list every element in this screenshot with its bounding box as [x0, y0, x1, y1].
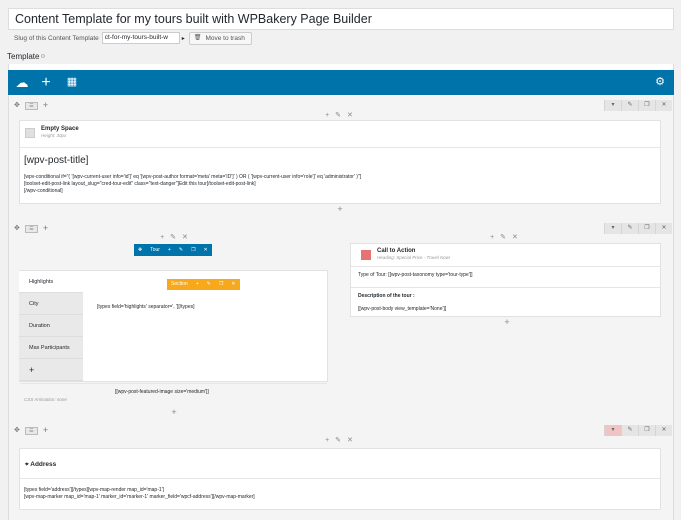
empty-space-sub: Height: 30px [41, 133, 67, 138]
row3-delete-icon[interactable]: ✕ [655, 425, 672, 436]
tab-max-participants[interactable]: Max Participants [19, 337, 83, 359]
section-add-icon[interactable]: + [192, 279, 203, 290]
row3-edit-icon[interactable]: ✎ [621, 425, 638, 436]
row3-layout-icon[interactable]: ☰ [24, 426, 38, 435]
tour-delete-icon[interactable]: ✕ [200, 244, 212, 256]
row2-edit-icon[interactable]: ✎ [621, 223, 638, 234]
css-animation-label: CSS Animation: none [24, 397, 67, 402]
row1-layout-icon[interactable]: ☰ [24, 101, 38, 110]
address-heading[interactable]: ⌖ Address [25, 461, 56, 468]
cta-title: Call to Action [377, 248, 416, 254]
row1-column-controls[interactable]: + ✎ ✕ [300, 111, 380, 119]
call-to-action-element[interactable]: Call to Action Heading: Special Price - … [361, 248, 450, 261]
builder-logo-icon[interactable]: ☁ [13, 70, 31, 95]
cta-type-shortcode[interactable]: Type of Tour: [[wpv-post-taxonomy type='… [358, 272, 473, 279]
tab-duration[interactable]: Duration [19, 315, 83, 337]
row3-toggle-icon[interactable]: ▾ [604, 425, 621, 436]
row2-layout-icon[interactable]: ☰ [24, 224, 38, 233]
row2-toggle-icon[interactable]: ▾ [604, 223, 621, 234]
row2-col1-controls[interactable]: + ✎ ✕ [140, 233, 210, 241]
cta-sub: Heading: Special Price - Travel Now! [377, 255, 451, 260]
help-icon [41, 54, 46, 58]
row1-edit-icon[interactable]: ✎ [621, 100, 638, 111]
add-element-icon[interactable]: + [38, 70, 54, 95]
tab-add-button[interactable]: + [19, 359, 83, 381]
section-label: Section [171, 281, 188, 287]
row2-delete-icon[interactable]: ✕ [655, 223, 672, 234]
row2-toolbar: ✥ ☰ + ▾ ✎ ❐ ✕ [9, 223, 672, 234]
cta-description-label: Description of the tour : [358, 293, 415, 299]
settings-gear-icon[interactable]: ⚙ [652, 70, 668, 95]
slug-row: Slug of this Content Template ct-for-my-… [14, 31, 252, 45]
featured-image-shortcode[interactable]: [[wpv-post-featured-image size='medium']… [115, 389, 209, 396]
section-clone-icon[interactable]: ❐ [215, 279, 227, 290]
row3-move-icon[interactable]: ✥ [14, 425, 20, 436]
row1-add-element-icon[interactable]: + [330, 204, 350, 214]
map-pin-icon: ⌖ [25, 461, 29, 468]
tour-add-icon[interactable]: + [164, 244, 175, 256]
builder-navbar: ☁ + ▦ ⚙ [8, 70, 674, 95]
row3-add-column-icon[interactable]: + [43, 425, 48, 436]
row1-clone-icon[interactable]: ❐ [638, 100, 655, 111]
section-element-controls[interactable]: Section + ✎ ❐ ✕ [167, 279, 240, 290]
section-edit-icon[interactable]: ✎ [203, 279, 215, 290]
divider [351, 287, 660, 288]
address-map-shortcode[interactable]: [types field='address'][/types][wpv-map-… [24, 487, 654, 501]
row1-add-column-icon[interactable]: + [43, 100, 48, 111]
template-section-label: Template [7, 52, 46, 61]
tour-label: Tour [150, 247, 160, 253]
tour-edit-icon[interactable]: ✎ [175, 244, 187, 256]
row2-col2-add-element-icon[interactable]: + [497, 317, 517, 327]
move-to-trash-button[interactable]: 🗑 Move to trash [188, 31, 252, 45]
slug-label: Slug of this Content Template [14, 34, 99, 42]
empty-space-title: Empty Space [41, 126, 79, 132]
slug-input[interactable]: ct-for-my-tours-built-w [101, 32, 180, 44]
row2-add-column-icon[interactable]: + [43, 223, 48, 234]
tab-city[interactable]: City [19, 293, 83, 315]
row1-toggle-icon[interactable]: ▾ [604, 100, 621, 111]
empty-space-icon [25, 127, 35, 138]
trash-icon: 🗑 [193, 34, 202, 41]
row2-col1-add-element-icon[interactable]: + [164, 407, 184, 417]
tour-clone-icon[interactable]: ❐ [187, 244, 199, 256]
post-title-input[interactable]: Content Template for my tours built with… [8, 8, 674, 30]
row1-delete-icon[interactable]: ✕ [655, 100, 672, 111]
row3-clone-icon[interactable]: ❐ [638, 425, 655, 436]
row2-col2-controls[interactable]: + ✎ ✕ [470, 233, 540, 241]
slug-caret-icon: ▸ [181, 35, 185, 42]
move-to-trash-label: Move to trash [205, 34, 245, 42]
tour-move-icon[interactable]: ✥ [134, 244, 146, 256]
divider [20, 383, 327, 384]
divider [20, 478, 660, 479]
post-title-shortcode[interactable]: [wpv-post-title] [24, 155, 88, 166]
section-delete-icon[interactable]: ✕ [227, 279, 239, 290]
row1-toolbar: ✥ ☰ + ▾ ✎ ❐ ✕ [9, 100, 672, 111]
highlights-shortcode[interactable]: [types field='highlights' separator=', '… [97, 304, 194, 311]
row3-column-controls[interactable]: + ✎ ✕ [300, 436, 380, 444]
call-to-action-icon [361, 249, 371, 260]
conditional-shortcode[interactable]: [wpv-conditional if="( '[wpv-current-use… [24, 174, 654, 195]
templates-icon[interactable]: ▦ [64, 70, 80, 95]
tab-highlights[interactable]: Highlights [19, 271, 83, 293]
divider [351, 266, 660, 267]
row2-move-icon[interactable]: ✥ [14, 223, 20, 234]
cta-body-shortcode[interactable]: [[wpv-post-body view_template='None']] [358, 306, 446, 313]
tour-element-controls[interactable]: ✥ Tour + ✎ ❐ ✕ [134, 244, 212, 256]
row2-clone-icon[interactable]: ❐ [638, 223, 655, 234]
row3-toolbar: ✥ ☰ + ▾ ✎ ❐ ✕ [9, 425, 672, 436]
empty-space-element[interactable]: Empty Space Height: 30px [25, 126, 79, 139]
divider [20, 147, 660, 148]
row1-move-icon[interactable]: ✥ [14, 100, 20, 111]
